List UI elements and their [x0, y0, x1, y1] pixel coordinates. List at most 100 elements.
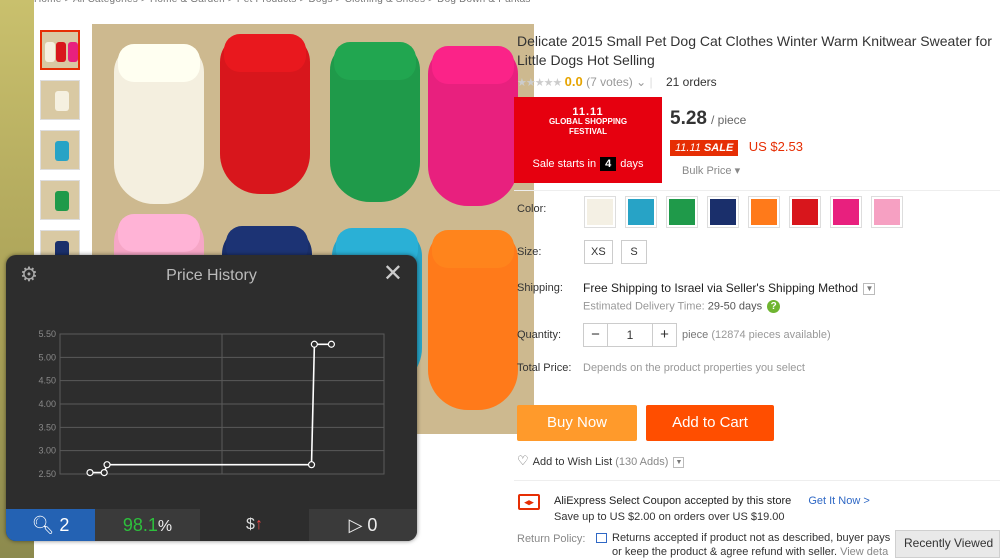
view-count[interactable]: ▷ 0 — [309, 509, 417, 541]
color-option[interactable] — [789, 196, 821, 228]
color-option[interactable] — [748, 196, 780, 228]
heart-icon[interactable]: ♡ — [517, 453, 529, 468]
color-option-swatch — [710, 199, 736, 225]
thumbnail-2[interactable] — [40, 80, 80, 120]
size-label: Size: — [517, 246, 542, 258]
chevron-down-icon[interactable]: ⌄ — [636, 75, 646, 89]
wishlist-link[interactable]: Add to Wish List — [533, 456, 612, 468]
price-point — [310, 340, 318, 348]
festival-banner[interactable]: 11.11 GLOBAL SHOPPING FESTIVAL Sale star… — [514, 97, 662, 183]
seller-score-unit: % — [157, 518, 173, 535]
dollar-icon: $ — [246, 516, 255, 533]
price-point — [86, 469, 94, 477]
return-policy-label: Return Policy: — [517, 533, 586, 545]
shipping-text: Free Shipping to Israel via Seller's Shi… — [583, 281, 859, 295]
search-icon: 🔍︎ — [31, 515, 55, 535]
thumbnail-3[interactable] — [40, 130, 80, 170]
color-option-swatch — [628, 199, 654, 225]
price-value: 5.28 — [670, 108, 707, 129]
get-coupon-link[interactable]: Get It Now > — [808, 495, 869, 507]
bulk-price-link[interactable]: Bulk Price ▾ — [682, 164, 740, 177]
coupon-subtitle: Save up to US $2.00 on orders over US $1… — [554, 511, 785, 523]
festival-sale-prefix: Sale starts in — [532, 158, 597, 170]
breadcrumb-item[interactable]: Pet Products — [237, 0, 297, 5]
festival-days-number: 4 — [600, 157, 617, 171]
size-option-s[interactable]: S — [621, 240, 647, 264]
color-option[interactable] — [584, 196, 616, 228]
price-trend[interactable]: $↑ — [200, 509, 309, 541]
color-option-swatch — [669, 199, 695, 225]
star-rating-icon[interactable]: ★★★★★ — [517, 77, 562, 89]
festival-logo-line2: FESTIVAL — [568, 127, 608, 136]
delivery-days: 29-50 days — [707, 300, 763, 313]
search-count: 2 — [59, 515, 70, 535]
quantity-stepper: − 1 + — [583, 323, 677, 347]
color-option[interactable] — [666, 196, 698, 228]
breadcrumb-trail[interactable]: Home > All Categories > Home & Garden > … — [34, 0, 531, 5]
breadcrumb-item[interactable]: Dog Down & Parkas — [437, 0, 530, 5]
price-history-chart: 5.50 5.00 4.50 4.00 3.50 3.00 2.50 — [38, 329, 385, 479]
buy-now-button[interactable]: Buy Now — [517, 405, 637, 441]
price-point — [103, 461, 111, 469]
quantity-input[interactable]: 1 — [608, 324, 652, 346]
available-count: (12874 pieces available) — [711, 329, 831, 341]
sale-tag: 11.11 SALE — [670, 140, 739, 156]
color-option-swatch — [833, 199, 859, 225]
color-option[interactable] — [830, 196, 862, 228]
color-option[interactable] — [625, 196, 657, 228]
price: 5.28/ piece — [670, 108, 746, 130]
divider — [514, 480, 1000, 481]
sale-tag-label: SALE — [703, 142, 734, 154]
breadcrumb-item[interactable]: Home & Garden — [150, 0, 225, 5]
shipping-method[interactable]: Free Shipping to Israel via Seller's Shi… — [583, 281, 876, 295]
coupon-title-text: AliExpress Select Coupon accepted by thi… — [554, 495, 792, 507]
breadcrumb-separator: > — [333, 0, 345, 5]
recently-viewed-tab[interactable]: Recently Viewed — [895, 530, 1000, 558]
thumbnail-list — [40, 30, 82, 280]
breadcrumb: Home > All Categories > Home & Garden > … — [34, 0, 1000, 10]
chevron-down-icon[interactable]: ▼ — [673, 456, 685, 468]
search-count-button[interactable]: 🔍︎ 2 — [6, 509, 95, 541]
festival-logo: 11.11 GLOBAL SHOPPING FESTIVAL — [514, 107, 662, 137]
breadcrumb-item[interactable]: All Categories — [73, 0, 138, 5]
view-details-link[interactable]: View deta — [840, 546, 888, 558]
minus-icon[interactable]: − — [584, 324, 608, 346]
chevron-down-icon[interactable]: ▼ — [863, 282, 876, 295]
size-option-xs[interactable]: XS — [584, 240, 613, 264]
price-unit: / piece — [710, 113, 747, 127]
breadcrumb-separator: > — [138, 0, 150, 5]
sale-price: US $2.53 — [748, 139, 803, 154]
add-to-cart-button[interactable]: Add to Cart — [646, 405, 774, 441]
coupon-icon: ◂▸ — [518, 494, 540, 510]
seller-score[interactable]: 98.1% — [95, 509, 200, 541]
breadcrumb-item[interactable]: Clothing & Shoes — [345, 0, 425, 5]
wishlist-row[interactable]: ♡ Add to Wish List (130 Adds) ▼ — [517, 453, 685, 469]
festival-countdown: Sale starts in 4 days — [514, 157, 662, 171]
color-option[interactable] — [871, 196, 903, 228]
help-icon[interactable]: ? — [767, 300, 781, 313]
shipping-label: Shipping: — [517, 282, 563, 294]
breadcrumb-separator: > — [61, 0, 72, 5]
product-title: Delicate 2015 Small Pet Dog Cat Clothes … — [517, 33, 992, 68]
color-option[interactable] — [707, 196, 739, 228]
total-price-label: Total Price: — [517, 362, 572, 374]
quantity-label: Quantity: — [517, 329, 562, 341]
thumbnail-4[interactable] — [40, 180, 80, 220]
y-tick-label: 4.00 — [38, 399, 56, 409]
price-history-header: ⚙ Price History ✕ — [6, 255, 417, 297]
price-history-title: Price History — [166, 267, 257, 284]
rating-votes[interactable]: (7 votes) — [586, 75, 633, 89]
close-icon[interactable]: ✕ — [383, 261, 403, 287]
sale-tag-number: 11.11 — [675, 142, 701, 154]
seller-score-value: 98.1 — [122, 515, 158, 535]
return-icon — [596, 533, 607, 543]
y-tick-label: 5.00 — [38, 352, 56, 362]
return-policy-line2: or keep the product & agree refund with … — [612, 546, 838, 558]
breadcrumb-item[interactable]: Home — [34, 0, 61, 5]
play-icon: ▷ — [348, 515, 363, 535]
y-tick-label: 4.50 — [38, 376, 56, 386]
plus-icon[interactable]: + — [652, 324, 676, 346]
thumbnail-1[interactable] — [40, 30, 80, 70]
festival-logo-top: 11.11 — [572, 106, 604, 118]
breadcrumb-item[interactable]: Dogs — [309, 0, 333, 5]
